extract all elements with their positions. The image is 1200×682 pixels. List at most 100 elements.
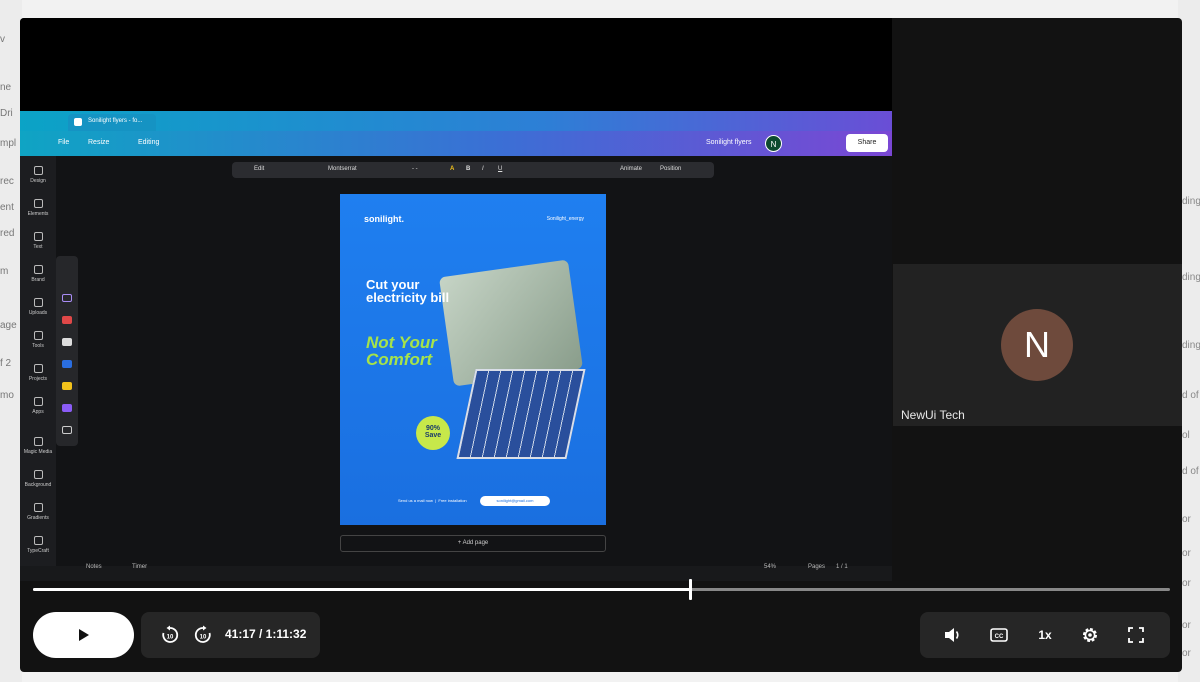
fullscreen-button[interactable] xyxy=(1124,623,1148,647)
participant-tile: N NewUi Tech xyxy=(893,264,1182,426)
sidebar-item-background: Background xyxy=(20,470,56,488)
flyer-tagline: Not Your Comfort xyxy=(366,333,437,369)
pen-tool-icon xyxy=(62,316,72,324)
total-duration: / 1:11:32 xyxy=(259,627,307,641)
zoom-level: 54% xyxy=(764,564,777,570)
brand-icon xyxy=(33,265,43,274)
sidebar-item-tools: Tools xyxy=(20,331,56,349)
sidebar-label: Apps xyxy=(32,409,44,415)
svg-text:10: 10 xyxy=(167,635,174,641)
editor-statusbar: Notes Timer 54% Pages 1 / 1 xyxy=(56,558,892,578)
rewind-10-button[interactable]: 10 xyxy=(158,623,182,647)
sidebar-label: Elements xyxy=(27,211,49,217)
pages-button: Pages xyxy=(808,564,826,570)
bg-fragment: f 2 xyxy=(0,358,12,369)
bg-fragment: ent xyxy=(0,202,14,213)
resize-menu: Resize xyxy=(88,139,110,146)
sidebar-label: Design xyxy=(30,178,46,184)
play-button[interactable] xyxy=(33,612,134,658)
magic-media-icon xyxy=(33,437,43,446)
bg-fragment: ding xyxy=(1182,272,1200,283)
bg-fragment: or xyxy=(1182,578,1191,589)
settings-button[interactable] xyxy=(1078,623,1102,647)
sidebar-label: Uploads xyxy=(28,310,48,316)
svg-text:CC: CC xyxy=(995,634,1004,640)
marker-tool-icon xyxy=(62,360,72,368)
progress-handle[interactable] xyxy=(689,579,693,600)
video-player: Sonilight flyers - fo... File Resize Edi… xyxy=(20,18,1182,672)
flyer-footer: Send us a mail now | Free installation xyxy=(398,498,467,503)
bg-fragment: d of xyxy=(1182,466,1199,477)
browser-titlebar: Sonilight flyers - fo... xyxy=(20,111,892,131)
sonilight-flyer: sonilight. Sonilight_energy Cut your ele… xyxy=(340,194,606,525)
page-count: 1 / 1 xyxy=(836,564,848,570)
draw-tool-palette xyxy=(56,256,78,446)
browser-tab: Sonilight flyers - fo... xyxy=(68,114,156,131)
sidebar-label: Magic Media xyxy=(23,449,53,455)
timer-button: Timer xyxy=(132,564,148,570)
bg-fragment: mo xyxy=(0,390,14,401)
canva-sidebar: Design Elements Text Brand Uploads Tools… xyxy=(20,156,56,566)
sidebar-item-projects: Projects xyxy=(20,364,56,382)
footer-install-text: Free installation xyxy=(438,498,467,503)
captions-icon: CC xyxy=(990,628,1008,642)
text-color-icon: A xyxy=(450,166,455,172)
progress-fill xyxy=(33,588,691,591)
animate-button: Animate xyxy=(620,166,643,172)
play-icon xyxy=(78,629,89,641)
underline-icon: U xyxy=(498,166,503,172)
background-icon xyxy=(33,470,43,479)
bg-fragment: v xyxy=(0,34,5,45)
projects-icon xyxy=(33,364,43,373)
sidebar-label: Gradients xyxy=(27,515,49,521)
bg-fragment: red xyxy=(0,228,15,239)
bg-fragment: ol xyxy=(1182,430,1190,441)
sidebar-item-gradients: Gradients xyxy=(20,503,56,521)
document-title: Sonilight flyers xyxy=(706,139,752,146)
captions-button[interactable]: CC xyxy=(987,623,1011,647)
elements-icon xyxy=(33,199,43,208)
canva-menubar: File Resize Editing Sonilight flyers N S… xyxy=(20,131,892,156)
savings-badge: 90% Save xyxy=(416,416,450,450)
bg-fragment: or xyxy=(1182,648,1191,659)
eraser-tool-icon xyxy=(62,338,72,346)
sidebar-label: TypeCraft xyxy=(27,548,49,554)
playback-controls: 10 10 41:17 / 1:11:32 xyxy=(141,612,320,658)
sidebar-label: Background xyxy=(24,482,52,488)
playback-speed: 1x xyxy=(1038,628,1052,642)
sidebar-label: Projects xyxy=(28,376,48,382)
gradients-icon xyxy=(33,503,43,512)
sidebar-label: Tools xyxy=(32,343,44,349)
add-page-button: + Add page xyxy=(340,535,606,552)
sidebar-item-elements: Elements xyxy=(20,199,56,217)
notes-button: Notes xyxy=(86,564,102,570)
volume-icon xyxy=(945,628,959,642)
edit-tool: Edit xyxy=(254,166,265,172)
canva-tab-icon xyxy=(74,118,82,126)
video-viewport[interactable]: Sonilight flyers - fo... File Resize Edi… xyxy=(20,18,892,581)
bg-fragment: m xyxy=(0,266,9,277)
sidebar-item-design: Design xyxy=(20,166,56,184)
canva-editor-screen: Sonilight flyers - fo... File Resize Edi… xyxy=(20,111,892,581)
file-menu: File xyxy=(58,139,70,146)
volume-button[interactable] xyxy=(941,623,965,647)
typecraft-icon xyxy=(33,536,43,545)
forward-10-button[interactable]: 10 xyxy=(191,623,215,647)
sidebar-item-text: Text xyxy=(20,232,56,250)
sidebar-item-apps: Apps xyxy=(20,397,56,415)
bg-fragment: age xyxy=(0,320,17,331)
forward-10-icon: 10 xyxy=(194,625,211,643)
tools-icon xyxy=(33,331,43,340)
font-select: Montserrat xyxy=(328,166,357,172)
bg-fragment: Dri xyxy=(0,108,13,119)
rewind-10-icon: 10 xyxy=(162,625,179,643)
design-icon xyxy=(33,166,43,175)
select-tool-icon xyxy=(62,294,72,302)
bg-fragment: or xyxy=(1182,548,1191,559)
progress-bar[interactable] xyxy=(33,579,1170,600)
sidebar-label: Text xyxy=(33,244,43,250)
user-avatar: N xyxy=(765,135,782,152)
playback-speed-button[interactable]: 1x xyxy=(1033,623,1057,647)
bg-fragment: ding xyxy=(1182,340,1200,351)
bg-fragment: ne xyxy=(0,82,12,93)
